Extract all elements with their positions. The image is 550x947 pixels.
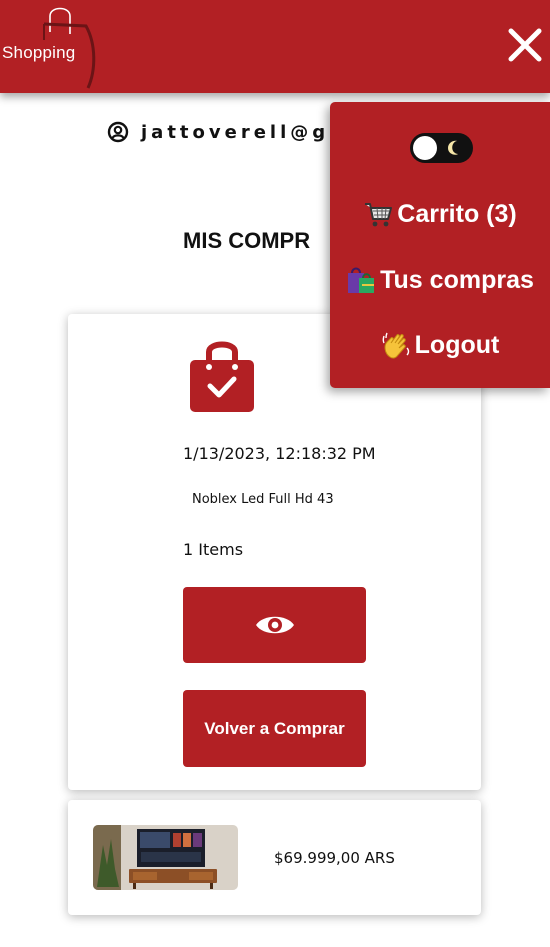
brand-logo[interactable]: Shopping xyxy=(0,4,110,90)
menu-item-logout-label: Logout xyxy=(414,330,500,359)
order-product-name: Noblex Led Full Hd 43 xyxy=(192,492,334,507)
user-info: jattoverell@gm xyxy=(107,119,352,145)
page: Shopping jattoverell@gm MIS COMPR 1/13/2… xyxy=(0,0,550,947)
shopping-bags-icon xyxy=(348,267,375,293)
shopping-bag-check-icon xyxy=(189,338,255,414)
toggle-knob xyxy=(413,136,437,160)
close-icon xyxy=(508,28,542,62)
rebuy-button-label: Volver a Comprar xyxy=(204,718,345,738)
order-date: 1/13/2023, 12:18:32 PM xyxy=(183,444,376,463)
waving-hand-icon xyxy=(382,332,409,359)
menu-item-orders[interactable]: Tus compras xyxy=(330,262,550,298)
menu-item-logout[interactable]: Logout xyxy=(330,327,550,363)
menu-item-orders-label: Tus compras xyxy=(380,265,534,294)
close-menu-button[interactable] xyxy=(506,26,544,64)
page-title: MIS COMPR xyxy=(183,228,311,253)
user-email: jattoverell@gm xyxy=(141,121,352,143)
rebuy-button[interactable]: Volver a Comprar xyxy=(183,690,366,767)
top-navbar: Shopping xyxy=(0,0,550,93)
order-product-card: $69.999,00 ARS xyxy=(68,800,481,915)
dark-mode-toggle[interactable] xyxy=(410,133,473,163)
logo-text: Shopping xyxy=(2,43,76,62)
shopping-cart-icon xyxy=(365,203,393,227)
eye-icon xyxy=(255,616,294,634)
menu-item-cart-label: Carrito (3) xyxy=(397,199,517,228)
product-image xyxy=(93,825,238,890)
user-circle-icon xyxy=(107,121,129,143)
moon-icon xyxy=(448,140,458,155)
order-item-count: 1 Items xyxy=(183,540,244,559)
product-price: $69.999,00 ARS xyxy=(274,849,395,867)
menu-item-cart[interactable]: Carrito (3) xyxy=(330,196,550,232)
user-dropdown-menu: Carrito (3) Tus compras Logout xyxy=(330,102,550,388)
view-order-button[interactable] xyxy=(183,587,366,663)
